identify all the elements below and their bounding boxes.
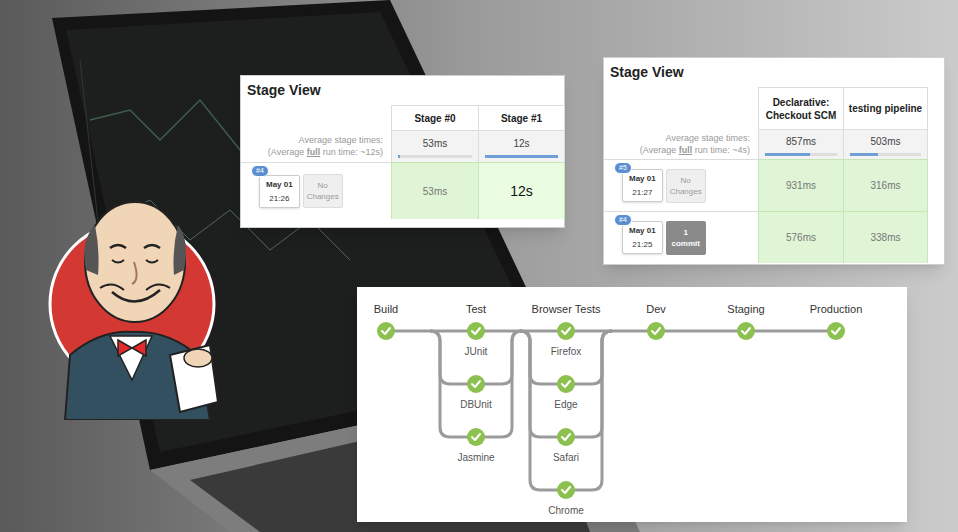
stage-node[interactable]: Edge <box>554 375 578 410</box>
average-label: Average stage times:(Average full run ti… <box>604 129 758 159</box>
stage-cell[interactable]: 12s <box>478 162 565 219</box>
check-icon <box>472 434 480 440</box>
average-bar <box>765 153 837 156</box>
run-badge[interactable]: #4 <box>614 214 632 226</box>
pipeline-stage[interactable]: Production <box>810 303 863 340</box>
branch-label: Jasmine <box>457 452 495 463</box>
pipeline-stage[interactable]: Browser Tests Firefox Edge Safari Chrome <box>532 303 601 516</box>
check-icon <box>742 328 750 334</box>
run-row[interactable]: May 0121:26No Changes #4 53ms12s <box>241 162 564 219</box>
average-row: Average stage times:(Average full run ti… <box>241 130 564 162</box>
stage-label: Production <box>810 303 863 315</box>
pipeline-stage[interactable]: Build <box>374 303 398 340</box>
stage-node[interactable]: Safari <box>553 428 579 463</box>
run-info: May 0121:26No Changes #4 <box>241 162 391 219</box>
stage-label: Build <box>374 303 398 315</box>
stage-node[interactable]: JUnit <box>465 322 488 357</box>
check-icon <box>562 434 570 440</box>
stage-header[interactable]: Declarative: Checkout SCM <box>758 87 843 129</box>
branch-label: DBUnit <box>460 399 492 410</box>
run-date[interactable]: May 0121:25 <box>622 221 663 254</box>
stage-view-table: Stage #0Stage #1Average stage times:(Ave… <box>241 105 564 219</box>
run-changes[interactable]: No Changes <box>303 174 343 208</box>
stage-node[interactable] <box>377 322 395 340</box>
branch-label: Edge <box>554 399 578 410</box>
jenkins-collage: Stage ViewStage #0Stage #1Average stage … <box>0 0 958 532</box>
run-badge[interactable]: #5 <box>614 162 632 174</box>
check-icon <box>562 381 570 387</box>
stage-header[interactable]: Stage #0 <box>391 105 478 130</box>
average-label: Average stage times:(Average full run ti… <box>241 130 391 162</box>
branch-label: Firefox <box>551 346 582 357</box>
stage-view-panel: Stage ViewDeclarative: Checkout SCMtesti… <box>603 57 945 265</box>
pipeline-stage[interactable]: Dev <box>646 303 666 340</box>
average-cell: 503ms <box>843 129 928 159</box>
branch-label: JUnit <box>465 346 488 357</box>
check-icon <box>562 328 570 334</box>
stage-view-title: Stage View <box>241 76 564 105</box>
average-bar <box>485 155 558 158</box>
pipeline-stage[interactable]: Test JUnit DBUnit Jasmine <box>457 303 495 463</box>
stage-label: Staging <box>727 303 764 315</box>
average-cell: 53ms <box>391 130 478 162</box>
stage-node[interactable] <box>827 322 845 340</box>
pipeline-panel: Build Test JUnit DBUnit Jasmine Browser Tests… <box>357 287 907 522</box>
run-info: May 0121:27No Changes #5 <box>604 159 758 211</box>
check-icon <box>472 328 480 334</box>
run-badge[interactable]: #4 <box>251 165 269 177</box>
check-icon <box>382 328 390 334</box>
run-changes[interactable]: 1 commit <box>666 221 706 255</box>
run-row[interactable]: May 0121:27No Changes #5 931ms316ms <box>604 159 944 211</box>
run-row[interactable]: May 0121:251 commit #4 576ms338ms <box>604 211 944 263</box>
check-icon <box>562 487 570 493</box>
stage-cell[interactable]: 53ms <box>391 162 478 219</box>
check-icon <box>832 328 840 334</box>
average-bar <box>850 153 921 156</box>
stage-view-title: Stage View <box>604 58 944 87</box>
stage-view-table: Declarative: Checkout SCMtesting pipelin… <box>604 87 944 263</box>
header-row: Stage #0Stage #1 <box>241 105 564 130</box>
stage-node[interactable] <box>647 322 665 340</box>
stage-node[interactable]: Chrome <box>548 481 584 516</box>
branch-label: Safari <box>553 452 579 463</box>
average-cell: 857ms <box>758 129 843 159</box>
run-info: May 0121:251 commit #4 <box>604 211 758 263</box>
average-cell: 12s <box>478 130 565 162</box>
check-icon <box>472 381 480 387</box>
check-icon <box>652 328 660 334</box>
stage-node[interactable]: Firefox <box>551 322 582 357</box>
stage-header[interactable]: testing pipeline <box>843 87 928 129</box>
stage-cell[interactable]: 338ms <box>843 211 928 263</box>
stage-node[interactable]: DBUnit <box>460 375 492 410</box>
run-changes[interactable]: No Changes <box>666 169 706 203</box>
header-row: Declarative: Checkout SCMtesting pipelin… <box>604 87 944 129</box>
stage-node[interactable]: Jasmine <box>457 428 495 463</box>
branch-label: Chrome <box>548 505 584 516</box>
stage-view-panel: Stage ViewStage #0Stage #1Average stage … <box>240 75 565 228</box>
stage-label: Test <box>466 303 486 315</box>
jenkins-logo-icon <box>40 180 240 420</box>
pipeline-stage[interactable]: Staging <box>727 303 764 340</box>
run-date[interactable]: May 0121:26 <box>259 175 300 208</box>
stage-node[interactable] <box>737 322 755 340</box>
stage-cell[interactable]: 931ms <box>758 159 843 211</box>
stage-label: Dev <box>646 303 666 315</box>
run-date[interactable]: May 0121:27 <box>622 169 663 202</box>
stage-label: Browser Tests <box>532 303 601 315</box>
stage-header[interactable]: Stage #1 <box>478 105 565 130</box>
pipeline-graph: Build Test JUnit DBUnit Jasmine Browser Tests… <box>357 287 907 522</box>
average-bar <box>398 155 472 158</box>
stage-cell[interactable]: 316ms <box>843 159 928 211</box>
average-row: Average stage times:(Average full run ti… <box>604 129 944 159</box>
stage-cell[interactable]: 576ms <box>758 211 843 263</box>
